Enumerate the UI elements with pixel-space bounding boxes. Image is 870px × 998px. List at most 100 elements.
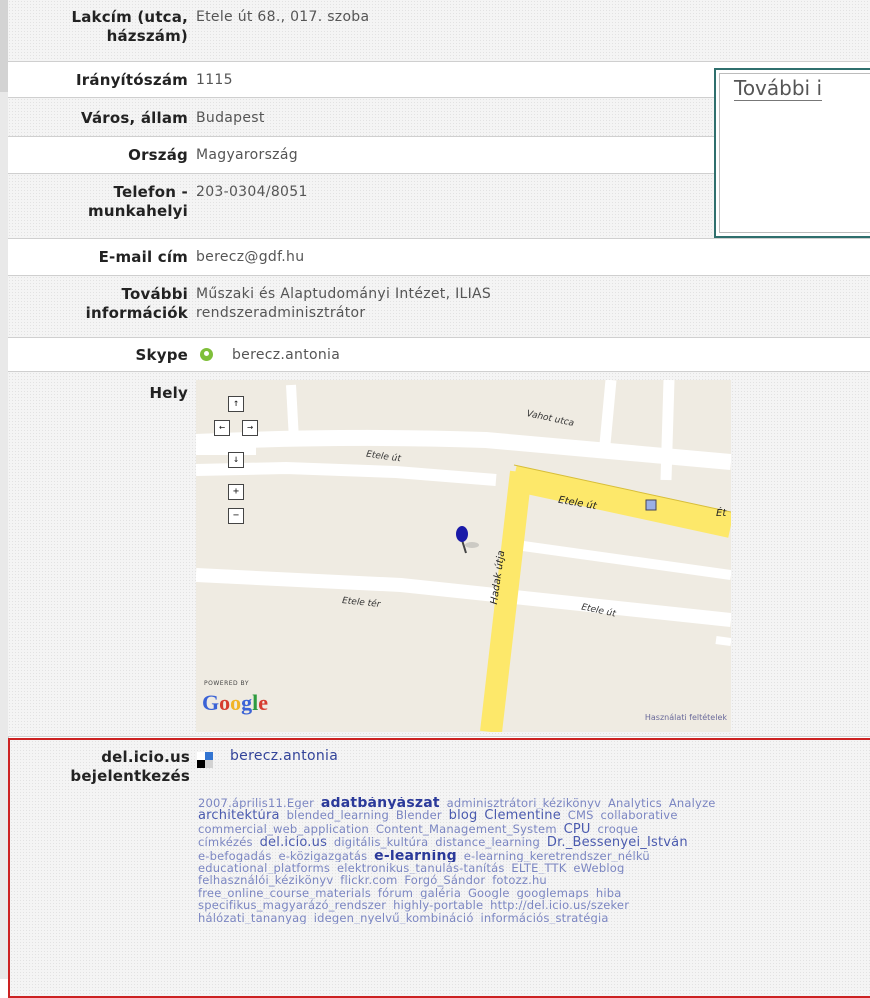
tag-link[interactable]: http://del.icio.us/szeker	[490, 899, 629, 911]
tag-link[interactable]: e-befogadás	[198, 850, 272, 862]
tag-link[interactable]: címkézés	[198, 836, 253, 849]
further-info-box: További i	[714, 68, 870, 238]
map-zoom-in-button[interactable]: +	[228, 484, 244, 500]
tag-link[interactable]: Dr._Bessenyei_István	[547, 836, 688, 849]
map-zoom-out-button[interactable]: −	[228, 508, 244, 524]
value-address: Etele út 68., 017. szoba	[196, 9, 370, 25]
tag-link[interactable]: fórum	[378, 887, 413, 899]
map-marker-shadow	[465, 542, 479, 548]
tag-link[interactable]: Clementine	[484, 809, 561, 822]
skype-status-icon	[200, 348, 213, 361]
tag-line: commercial_web_application Content_Manag…	[198, 823, 870, 836]
value-info-line2: rendszeradminisztrátor	[196, 305, 366, 321]
value-phone: 203-0304/8051	[196, 184, 308, 200]
tag-link[interactable]: Google	[468, 887, 510, 899]
tag-link[interactable]: idegen_nyelvű_kombináció	[314, 912, 474, 924]
label-phone: Telefon - munkahelyi	[8, 183, 188, 221]
tag-link[interactable]: croque	[598, 823, 639, 836]
delicious-label: del.icio.us bejelentkezés	[10, 748, 190, 786]
value-email: berecz@gdf.hu	[196, 249, 305, 265]
map-pan-right-button[interactable]: →	[242, 420, 258, 436]
map-pan-down-button[interactable]: ↓	[228, 452, 244, 468]
tag-link[interactable]: információs_stratégia	[480, 912, 608, 924]
value-city: Budapest	[196, 110, 265, 126]
tag-link[interactable]: googlemaps	[517, 887, 589, 899]
google-logo-letter: e	[258, 690, 269, 715]
label-address: Lakcím (utca, házszám)	[8, 8, 188, 46]
delicious-username-link[interactable]: berecz.antonia	[230, 748, 338, 764]
value-skype[interactable]: berecz.antonia	[232, 346, 340, 365]
delicious-tag-cloud: 2007.április11.Eger adatbányászat admini…	[198, 797, 870, 924]
delicious-label-line2: bejelentkezés	[70, 767, 190, 785]
row-info: További információk Műszaki és Alaptudom…	[8, 276, 870, 338]
tag-link[interactable]: adminisztrátori_kézikönyv	[447, 797, 602, 809]
delicious-logo-tr	[205, 752, 213, 760]
map-road-minor	[715, 636, 731, 646]
tag-link[interactable]: digitális_kultúra	[334, 836, 428, 849]
value-info: Műszaki és Alaptudományi Intézet, ILIAS …	[196, 285, 491, 323]
tag-link[interactable]: 2007.április11.Eger	[198, 797, 314, 809]
tag-link[interactable]: eWeblog	[573, 862, 624, 874]
tag-link[interactable]: elektronikus_tanulás-tanítás	[337, 862, 505, 874]
tag-link[interactable]: distance_learning	[435, 836, 540, 849]
tag-link[interactable]: e-közigazgatás	[278, 850, 367, 862]
tag-link[interactable]: Content_Management_System	[376, 823, 557, 836]
tag-link[interactable]: collaborative	[601, 809, 678, 822]
tag-link[interactable]: highly-portable	[393, 899, 483, 911]
tag-link[interactable]: hálózati_tananyag	[198, 912, 307, 924]
tag-link[interactable]: blended_learning	[287, 809, 389, 822]
tag-link[interactable]: e-learning_keretrendszer_nélkü	[464, 850, 650, 862]
tag-link[interactable]: educational_platforms	[198, 862, 330, 874]
map-pan-left-button[interactable]: ←	[214, 420, 230, 436]
map-powered-by: POWERED BY	[204, 680, 250, 687]
map-pan-up-button[interactable]: ↑	[228, 396, 244, 412]
tag-link[interactable]: adatbányászat	[321, 797, 440, 809]
value-info-line1: Műszaki és Alaptudományi Intézet, ILIAS	[196, 286, 492, 302]
tag-link[interactable]: ELTE_TTK	[511, 862, 566, 874]
map-road-minor	[598, 380, 617, 456]
tag-line: hálózati_tananyag idegen_nyelvű_kombinác…	[198, 912, 870, 924]
label-info-line2: információk	[85, 304, 188, 322]
tag-link[interactable]: galéria	[420, 887, 461, 899]
row-skype: Skype berecz.antonia	[8, 338, 870, 372]
tag-link[interactable]: specifikus_magyarázó_rendszer	[198, 899, 386, 911]
tag-link[interactable]: flickr.com	[340, 874, 397, 886]
label-info-line1: További	[121, 285, 188, 303]
map-marker-icon[interactable]	[456, 526, 468, 542]
tag-link[interactable]: Analyze	[669, 797, 716, 809]
left-edge-tab	[0, 0, 8, 92]
location-map[interactable]: Vahot utca Etele út Etele út Hadak útja …	[196, 380, 731, 732]
google-logo-letter: o	[219, 690, 231, 715]
label-zip: Irányítószám	[76, 71, 188, 89]
further-info-title: További i	[734, 76, 823, 101]
tag-line: címkézés del.icio.us digitális_kultúra d…	[198, 836, 870, 849]
tag-link[interactable]: architektúra	[198, 809, 280, 822]
tag-link[interactable]: Analytics	[608, 797, 662, 809]
tag-link[interactable]: CMS	[568, 809, 594, 822]
google-logo-letter: g	[241, 690, 253, 715]
map-terms-link[interactable]: Használati feltételek	[645, 713, 727, 722]
tag-link[interactable]: CPU	[564, 823, 591, 836]
row-email: E-mail cím berecz@gdf.hu	[8, 239, 870, 276]
map-poi-icon	[645, 499, 657, 511]
value-country: Magyarország	[196, 147, 298, 163]
tag-link[interactable]: commercial_web_application	[198, 823, 369, 836]
tag-link[interactable]: Forgó_Sándor	[404, 874, 485, 886]
map-google-logo[interactable]: Google	[202, 690, 268, 716]
tag-link[interactable]: Blender	[396, 809, 442, 822]
tag-link[interactable]: del.icio.us	[260, 836, 327, 849]
tag-link[interactable]: e-learning	[374, 850, 457, 862]
tag-link[interactable]: hiba	[596, 887, 622, 899]
label-location: Hely	[149, 384, 188, 402]
tag-line: architektúra blended_learning Blender bl…	[198, 809, 870, 822]
map-road-minor	[286, 384, 299, 441]
tag-link[interactable]: felhasználói_kézikönyv	[198, 874, 333, 886]
tag-link[interactable]: free_online_course_materials	[198, 887, 371, 899]
tag-link[interactable]: blog	[449, 809, 478, 822]
tag-link[interactable]: fotozz.hu	[492, 874, 547, 886]
label-phone-line2: munkahelyi	[88, 202, 188, 220]
delicious-logo-icon	[197, 752, 213, 768]
google-logo-letter: o	[230, 690, 242, 715]
tag-line: felhasználói_kézikönyv flickr.com Forgó_…	[198, 874, 870, 886]
map-street-label: Ét	[716, 508, 727, 519]
